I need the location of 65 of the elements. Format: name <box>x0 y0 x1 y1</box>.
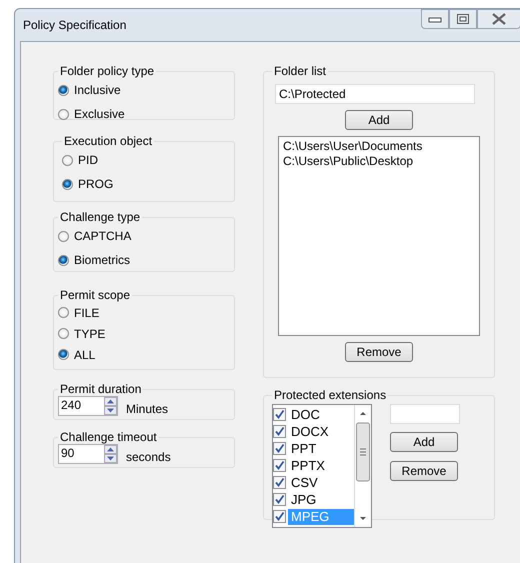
radio-button[interactable] <box>58 230 69 242</box>
group-label: Execution object <box>63 134 154 148</box>
number-field[interactable]: 90 <box>58 444 118 464</box>
maximize-button[interactable] <box>449 9 477 29</box>
maximize-icon <box>456 13 470 25</box>
radio-button[interactable] <box>62 154 73 166</box>
checkbox[interactable] <box>273 476 286 489</box>
group-label: Folder policy type <box>59 64 156 78</box>
unit-label: Minutes <box>126 402 168 416</box>
remove-button[interactable]: Remove <box>345 342 413 362</box>
add-button[interactable]: Add <box>390 432 458 452</box>
down-arrow-icon[interactable] <box>104 454 117 463</box>
radio-button[interactable] <box>58 84 69 96</box>
radio-label[interactable]: FILE <box>74 306 100 320</box>
extension-item[interactable]: DOCX <box>288 424 354 440</box>
close-icon <box>490 12 508 26</box>
radio-label[interactable]: TYPE <box>74 326 106 340</box>
remove-button[interactable]: Remove <box>390 461 458 481</box>
extension-checklist[interactable]: DOC DOCX PPT PPTX CSV JPG MPEG <box>272 404 372 528</box>
checkbox[interactable] <box>273 442 286 455</box>
extension-item[interactable]: PPTX <box>288 458 354 474</box>
extension-item[interactable]: PPT <box>288 440 354 456</box>
folder-item[interactable]: C:\Users\Public\Desktop <box>283 154 475 169</box>
radio-button[interactable] <box>58 349 69 360</box>
group-label: Challenge timeout <box>59 430 158 444</box>
add-button[interactable]: Add <box>345 110 413 130</box>
radio-label[interactable]: Biometrics <box>74 253 130 267</box>
radio-label[interactable]: PID <box>78 153 98 167</box>
extension-field[interactable] <box>390 404 460 424</box>
group-label: Protected extensions <box>273 388 388 402</box>
minimize-icon <box>428 15 442 23</box>
checkbox[interactable] <box>273 459 286 472</box>
radio-button[interactable] <box>58 328 69 339</box>
folder-listbox[interactable]: C:\Users\User\Documents C:\Users\Public\Desktop <box>278 136 480 336</box>
down-arrow-icon[interactable] <box>104 406 117 415</box>
radio-button[interactable] <box>58 307 69 318</box>
folder-path-field[interactable]: C:\Protected <box>275 84 475 104</box>
number-field[interactable]: 240 <box>58 396 118 416</box>
radio-label[interactable]: ALL <box>74 348 96 362</box>
radio-label[interactable]: PROG <box>78 177 114 191</box>
checkbox[interactable] <box>273 493 286 506</box>
radio-button[interactable] <box>58 254 69 266</box>
group-label: Challenge type <box>59 210 142 224</box>
checkbox[interactable] <box>273 408 286 421</box>
radio-label[interactable]: Exclusive <box>74 107 125 121</box>
group-label: Permit scope <box>59 288 132 302</box>
group-label: Permit duration <box>59 382 142 396</box>
extension-item[interactable]: JPG <box>288 492 354 508</box>
checkbox[interactable] <box>273 425 286 438</box>
up-arrow-icon[interactable] <box>104 445 117 454</box>
checkbox[interactable] <box>273 510 286 523</box>
radio-button[interactable] <box>62 178 73 190</box>
close-button[interactable] <box>477 9 520 29</box>
folder-item[interactable]: C:\Users\User\Documents <box>283 139 475 154</box>
window-title: Policy Specification <box>23 18 126 32</box>
up-arrow-icon[interactable] <box>104 397 117 406</box>
unit-label: seconds <box>126 450 171 464</box>
scrollbar[interactable] <box>354 405 371 527</box>
radio-label[interactable]: Inclusive <box>74 83 121 97</box>
extension-item[interactable]: DOC <box>288 406 354 422</box>
minimize-button[interactable] <box>421 9 449 29</box>
extension-item[interactable]: CSV <box>288 474 354 490</box>
radio-button[interactable] <box>58 108 69 120</box>
group-label: Folder list <box>273 64 328 78</box>
radio-label[interactable]: CAPTCHA <box>74 229 132 243</box>
